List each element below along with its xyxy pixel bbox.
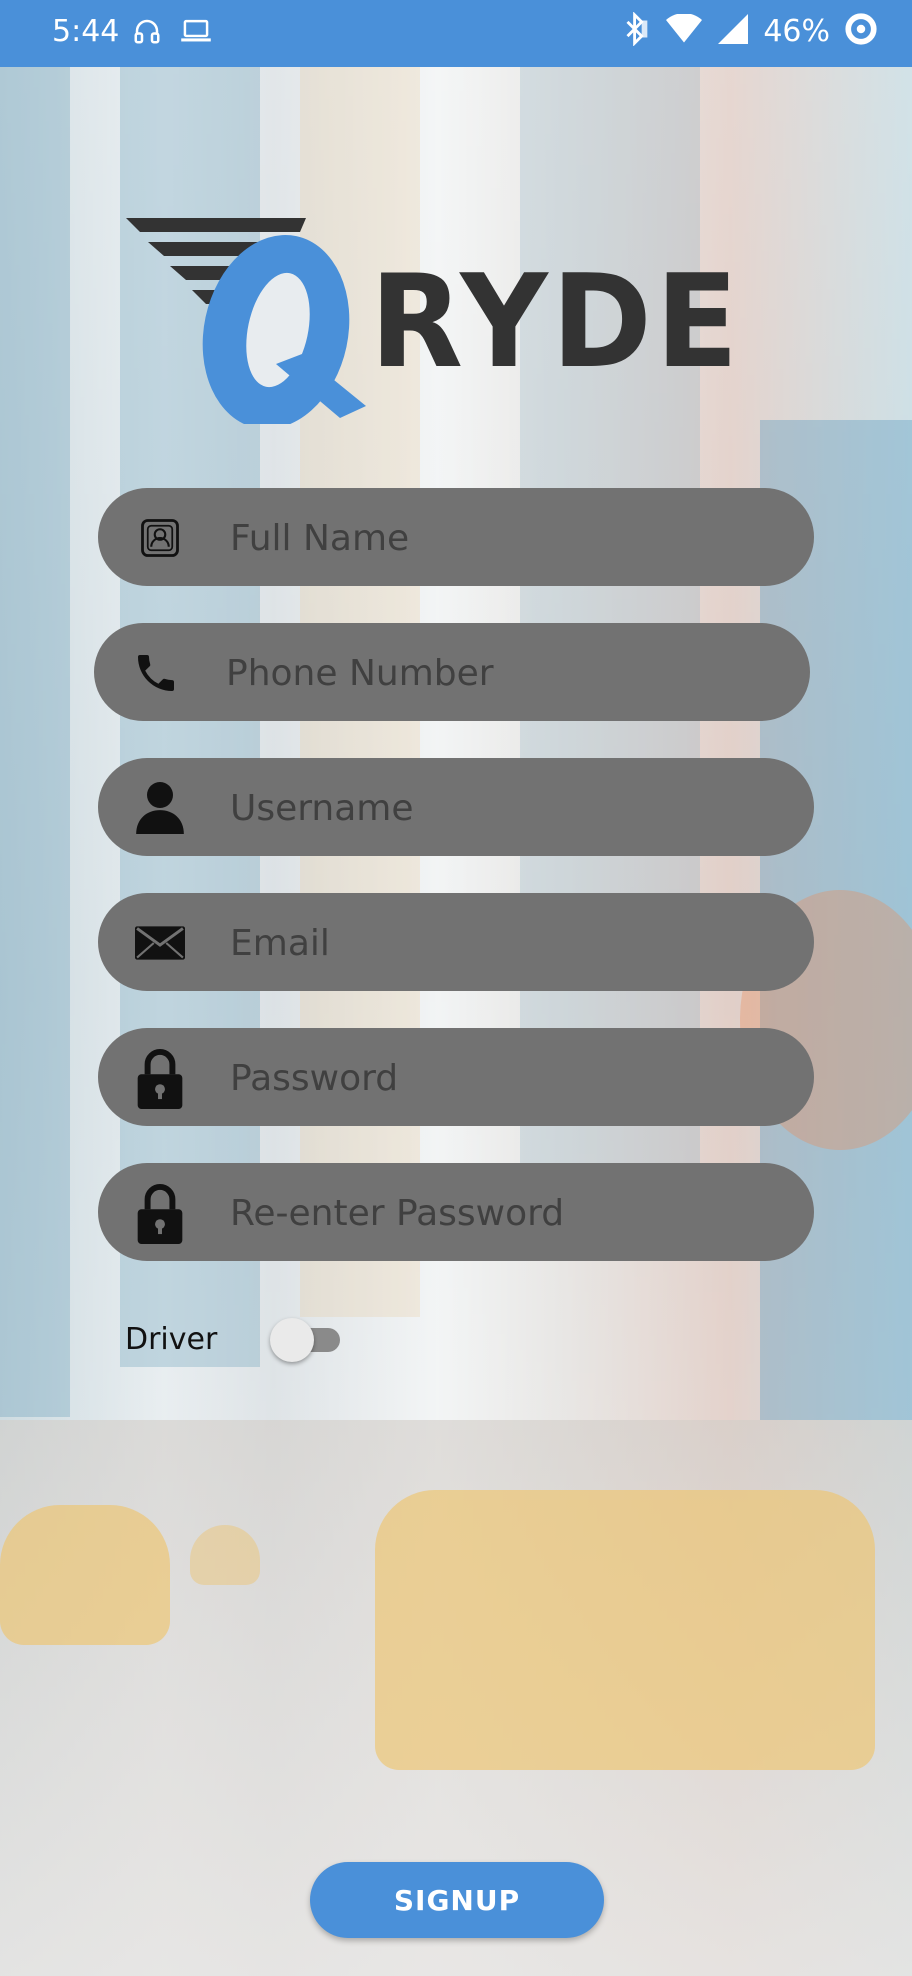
status-time: 5:44: [52, 14, 120, 49]
reenter-password-field[interactable]: [98, 1163, 814, 1263]
driver-label: Driver: [125, 1322, 218, 1357]
password-input[interactable]: [228, 1028, 792, 1128]
envelope-icon: [134, 917, 186, 969]
headphones-icon: [132, 16, 162, 50]
battery-percent: 46%: [763, 13, 830, 49]
driver-toggle[interactable]: [270, 1318, 342, 1362]
id-card-icon: [134, 512, 186, 564]
password-field[interactable]: [98, 1028, 814, 1128]
bluetooth-icon: [621, 11, 651, 50]
full-name-field[interactable]: [98, 488, 814, 588]
email-input[interactable]: [228, 893, 792, 993]
lock-icon: [134, 1049, 186, 1109]
username-field[interactable]: [98, 758, 814, 858]
phone-field[interactable]: [94, 623, 810, 723]
qryde-logo: RYDE: [126, 218, 742, 424]
data-saver-icon: [844, 12, 878, 50]
lock-icon: [134, 1184, 186, 1244]
toggle-thumb: [270, 1318, 314, 1362]
laptop-icon: [180, 16, 212, 50]
phone-icon: [130, 647, 182, 699]
email-field[interactable]: [98, 893, 814, 993]
signal-icon: [717, 14, 749, 48]
username-input[interactable]: [228, 758, 792, 858]
full-name-input[interactable]: [228, 488, 792, 588]
person-icon: [134, 782, 186, 834]
wifi-icon: [665, 13, 703, 48]
status-bar: 5:44 46%: [0, 0, 912, 67]
svg-text:RYDE: RYDE: [370, 248, 742, 397]
reenter-password-input[interactable]: [228, 1163, 792, 1263]
signup-button[interactable]: SIGNUP: [310, 1862, 604, 1938]
phone-input[interactable]: [224, 623, 788, 723]
